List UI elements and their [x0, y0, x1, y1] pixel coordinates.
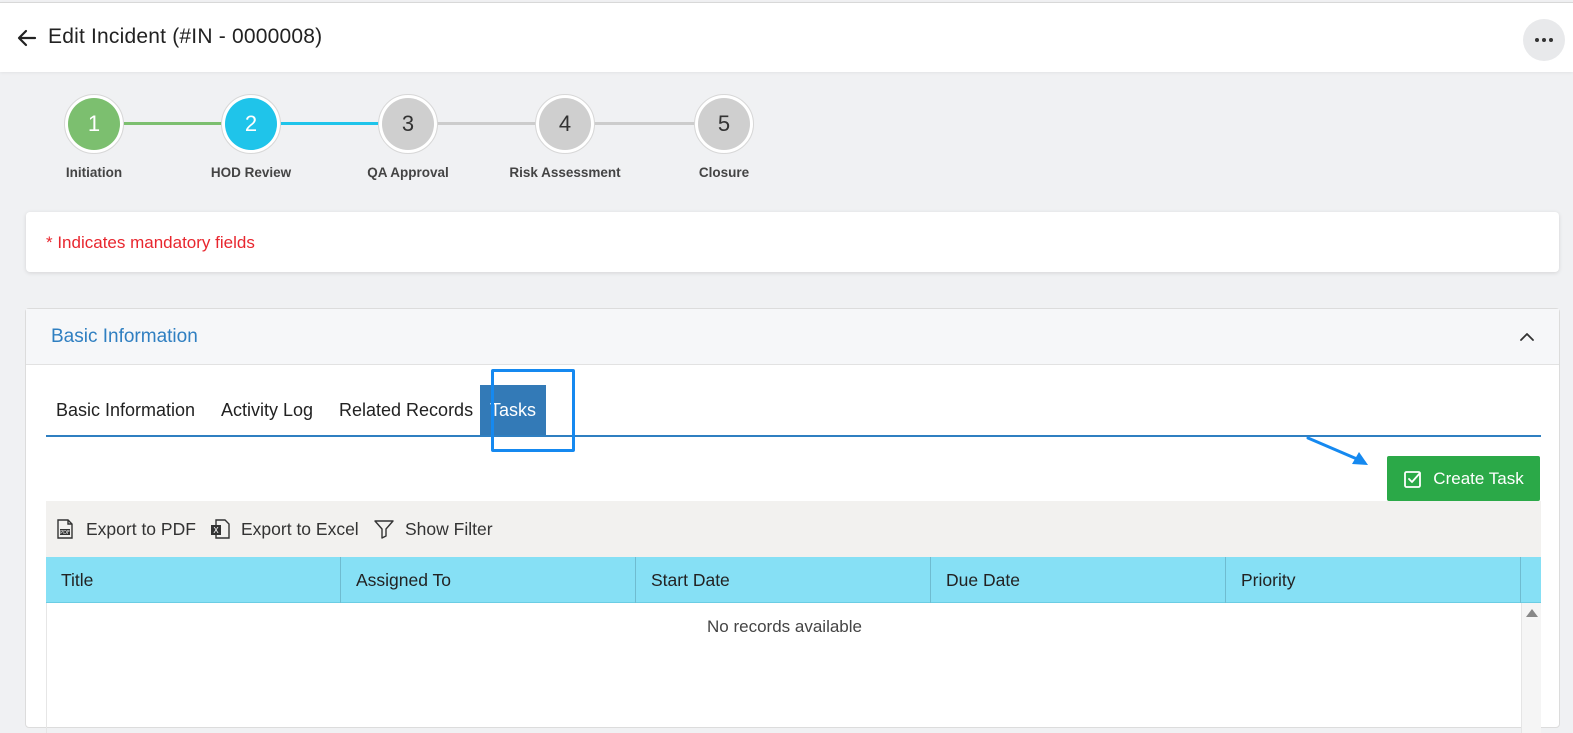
step-label: Closure — [698, 165, 750, 180]
mandatory-notice-card: * Indicates mandatory fields — [26, 212, 1559, 272]
step-number: 1 — [68, 98, 120, 150]
step-number: 2 — [225, 98, 277, 150]
export-excel-button[interactable]: X Export to Excel — [209, 501, 359, 557]
export-pdf-button[interactable]: PDF Export to PDF — [54, 501, 196, 557]
show-filter-button[interactable]: Show Filter — [373, 501, 493, 557]
step-connector — [280, 122, 379, 125]
step-label: HOD Review — [210, 165, 292, 180]
vertical-scrollbar[interactable] — [1521, 603, 1541, 733]
column-header-title[interactable]: Title — [46, 557, 341, 603]
column-header-start-date[interactable]: Start Date — [636, 557, 931, 603]
checkbox-icon — [1404, 470, 1422, 488]
column-header-assigned-to[interactable]: Assigned To — [341, 557, 636, 603]
panel-title: Basic Information — [51, 326, 198, 347]
step-connector — [437, 122, 536, 125]
step-3[interactable]: 3 — [378, 94, 438, 154]
show-filter-label: Show Filter — [405, 518, 493, 539]
ellipsis-icon — [1535, 38, 1553, 42]
chevron-up-icon[interactable] — [1517, 327, 1537, 347]
tab-bar: Basic Information Activity Log Related R… — [46, 369, 1541, 452]
tab-basic-information[interactable]: Basic Information — [56, 385, 195, 435]
tab-activity-log[interactable]: Activity Log — [221, 385, 313, 435]
empty-message: No records available — [707, 617, 862, 636]
step-4[interactable]: 4 — [535, 94, 595, 154]
scroll-up-arrow-icon[interactable] — [1526, 609, 1538, 617]
step-2[interactable]: 2 — [221, 94, 281, 154]
step-number: 3 — [382, 98, 434, 150]
tab-related-records[interactable]: Related Records — [339, 385, 473, 435]
back-arrow-icon[interactable] — [14, 25, 40, 51]
grid-toolbar: PDF Export to PDF X Export to Excel Show… — [46, 501, 1541, 557]
basic-information-panel: Basic Information Basic Information Acti… — [25, 308, 1560, 733]
step-connector — [594, 122, 696, 125]
filter-icon — [374, 520, 394, 539]
page-title: Edit Incident (#IN - 0000008) — [48, 25, 323, 48]
grid-body: No records available — [46, 603, 1541, 733]
step-number: 4 — [539, 98, 591, 150]
arrow-annotation-icon — [1306, 436, 1368, 465]
export-pdf-label: Export to PDF — [86, 518, 196, 539]
svg-text:PDF: PDF — [60, 530, 70, 536]
step-5[interactable]: 5 — [694, 94, 754, 154]
create-task-button[interactable]: Create Task — [1387, 456, 1540, 501]
top-bar: Edit Incident (#IN - 0000008) — [0, 2, 1573, 72]
workflow-stepper: 1 2 3 4 5 Initiation HOD Review QA Appro… — [0, 90, 800, 190]
grid-header: Title Assigned To Start Date Due Date Pr… — [46, 557, 1541, 603]
step-label: QA Approval — [367, 165, 449, 180]
step-label: Risk Assessment — [509, 165, 621, 180]
create-task-label: Create Task — [1433, 468, 1524, 488]
step-number: 5 — [698, 98, 750, 150]
export-excel-label: Export to Excel — [241, 518, 359, 539]
panel-header[interactable]: Basic Information — [26, 309, 1559, 365]
more-options-button[interactable] — [1523, 19, 1565, 61]
pdf-file-icon: PDF — [57, 519, 73, 539]
mandatory-notice: * Indicates mandatory fields — [46, 233, 255, 252]
column-header-due-date[interactable]: Due Date — [931, 557, 1226, 603]
step-1[interactable]: 1 — [64, 94, 124, 154]
tab-tasks[interactable]: Tasks — [480, 385, 547, 435]
step-connector — [124, 122, 222, 125]
step-label: Initiation — [65, 165, 123, 180]
svg-text:X: X — [213, 526, 219, 535]
excel-file-icon: X — [211, 519, 230, 539]
column-header-priority[interactable]: Priority — [1226, 557, 1521, 603]
